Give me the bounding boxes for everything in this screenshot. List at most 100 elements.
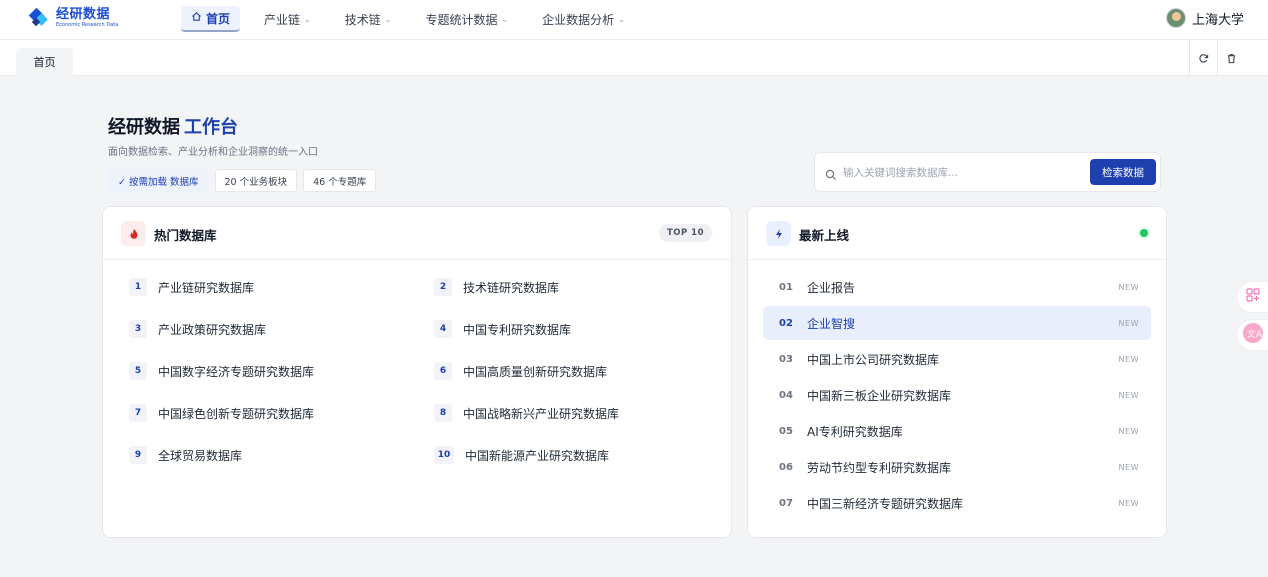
list-item[interactable]: 01 企业报告 NEW (763, 270, 1151, 304)
list-item[interactable]: 7 中国绿色创新专题研究数据库 (129, 401, 434, 425)
trash-icon (1226, 49, 1237, 68)
rank-badge: 1 (129, 278, 147, 296)
item-index: 02 (779, 317, 793, 329)
chip-on-demand: ✓ 按需加载 数据库 (108, 169, 209, 192)
list-item[interactable]: 05 AI专利研究数据库 NEW (763, 414, 1151, 448)
logo-title: 经研数据 (56, 7, 111, 22)
nav-item-tech-chain[interactable]: 技术链 ⌄ (335, 6, 402, 32)
rank-badge: 2 (434, 278, 452, 296)
database-name: 中国绿色创新专题研究数据库 (158, 406, 315, 421)
chip-business-sectors: 20 个业务板块 (214, 169, 298, 192)
page-title-main: 经研数据 (108, 117, 180, 138)
rank-badge: 6 (434, 362, 452, 380)
nav-item-enterprise-analysis[interactable]: 企业数据分析 ⌄ (532, 6, 635, 32)
nav-label: 技术链 (344, 12, 381, 27)
new-badge: NEW (1118, 462, 1139, 472)
database-name: 中国三新经济专题研究数据库 (807, 496, 964, 511)
list-item[interactable]: 9 全球贸易数据库 (129, 443, 434, 467)
status-indicator (1140, 229, 1148, 237)
database-name: 中国上市公司研究数据库 (807, 352, 940, 367)
database-name: 全球贸易数据库 (158, 448, 243, 463)
search-box: 检索数据 (814, 152, 1161, 192)
rank-badge: 3 (129, 320, 147, 338)
search-icon (825, 166, 839, 180)
item-index: 06 (779, 461, 793, 473)
list-item[interactable]: 4 中国专利研究数据库 (434, 317, 719, 341)
card-header: 热门数据库 TOP 10 (103, 207, 731, 260)
user-name: 上海大学 (1191, 12, 1244, 28)
list-item[interactable]: 06 劳动节约型专利研究数据库 NEW (763, 450, 1151, 484)
card-header: 最新上线 (748, 207, 1166, 260)
translate-button[interactable]: 文A (1236, 319, 1268, 351)
user-menu[interactable]: 上海大学 (1165, 7, 1244, 29)
chip-topic-libraries: 46 个专题库 (303, 169, 377, 192)
search-button[interactable]: 检索数据 (1090, 159, 1156, 185)
list-item[interactable]: 8 中国战略新兴产业研究数据库 (434, 401, 719, 425)
database-name: 中国高质量创新研究数据库 (463, 364, 608, 379)
database-name: 中国专利研究数据库 (463, 322, 572, 337)
card-title: 最新上线 (799, 228, 850, 243)
database-name: 中国战略新兴产业研究数据库 (463, 406, 620, 421)
nav-item-home[interactable]: 首页 (181, 6, 241, 32)
chevron-down-icon: ⌄ (618, 14, 625, 24)
nav-item-industry-chain[interactable]: 产业链 ⌄ (254, 6, 321, 32)
chevron-down-icon: ⌄ (384, 14, 392, 24)
new-badge: NEW (1118, 354, 1139, 364)
list-item[interactable]: 04 中国新三板企业研究数据库 NEW (763, 378, 1151, 412)
list-item[interactable]: 03 中国上市公司研究数据库 NEW (763, 342, 1151, 376)
logo-icon (28, 7, 50, 29)
list-item[interactable]: 07 中国三新经济专题研究数据库 NEW (763, 486, 1151, 520)
chevron-down-icon: ⌄ (304, 14, 311, 24)
new-badge: NEW (1118, 282, 1139, 292)
database-name: 产业链研究数据库 (158, 280, 255, 295)
database-name: 劳动节约型专利研究数据库 (807, 460, 952, 475)
main-nav: 首页 产业链 ⌄ 技术链 ⌄ 专题统计数据 ⌄ 企业数据分析 ⌄ (181, 6, 649, 32)
avatar (1165, 8, 1186, 28)
hot-database-list: 1 产业链研究数据库 2 技术链研究数据库 3 产业政策研究数据库 4 中国专利研究数据… (129, 275, 719, 485)
search-input[interactable] (843, 162, 1083, 184)
nav-label: 首页 (206, 11, 231, 26)
translate-icon: 文A (1242, 322, 1264, 348)
logo-subtitle: Economic Research Data (56, 22, 119, 28)
database-name: 企业智搜 (807, 316, 856, 331)
hot-databases-card: 热门数据库 TOP 10 1 产业链研究数据库 2 技术链研究数据库 3 产业政策研究… (102, 206, 732, 538)
rank-badge: 4 (434, 320, 452, 338)
home-icon (191, 11, 202, 25)
new-badge: NEW (1118, 426, 1139, 436)
refresh-icon (1198, 49, 1209, 68)
list-item[interactable]: 5 中国数字经济专题研究数据库 (129, 359, 434, 383)
list-item[interactable]: 3 产业政策研究数据库 (129, 317, 434, 341)
tab-home[interactable]: 首页 (16, 48, 73, 76)
lightning-icon (766, 221, 791, 246)
card-title: 热门数据库 (154, 228, 217, 243)
list-item[interactable]: 10 中国新能源产业研究数据库 (434, 443, 719, 467)
chevron-down-icon: ⌄ (501, 14, 509, 24)
database-name: 中国新能源产业研究数据库 (465, 448, 610, 463)
nav-label: 产业链 (264, 12, 301, 27)
close-tabs-button[interactable] (1217, 40, 1245, 76)
latest-databases-card: 最新上线 01 企业报告 NEW 02 企业智搜 NEW 03 中国上市公司研究数据库 NE… (747, 206, 1167, 538)
page-subtitle: 面向数据检索、产业分析和企业洞察的统一入口 (108, 147, 318, 158)
new-badge: NEW (1118, 390, 1139, 400)
summary-chips: ✓ 按需加载 数据库 20 个业务板块 46 个专题库 (108, 169, 382, 192)
nav-label: 专题统计数据 (425, 12, 498, 27)
page-title: 经研数据 工作台 (108, 113, 238, 139)
list-item[interactable]: 02 企业智搜 NEW (763, 306, 1151, 340)
list-item[interactable]: 1 产业链研究数据库 (129, 275, 434, 299)
app-logo[interactable]: 经研数据 Economic Research Data (28, 4, 128, 32)
item-index: 01 (779, 281, 793, 293)
item-index: 05 (779, 425, 793, 437)
nav-item-topic-stats[interactable]: 专题统计数据 ⌄ (415, 6, 518, 32)
flame-icon (121, 221, 146, 246)
svg-text:文A: 文A (1247, 328, 1263, 340)
new-badge: NEW (1118, 318, 1139, 328)
apps-icon (1245, 287, 1261, 307)
refresh-tabs-button[interactable] (1189, 40, 1217, 76)
list-item[interactable]: 2 技术链研究数据库 (434, 275, 719, 299)
rank-badge: 8 (434, 404, 452, 422)
rank-badge: 5 (129, 362, 147, 380)
nav-label: 企业数据分析 (542, 12, 615, 27)
apps-button[interactable] (1236, 281, 1268, 313)
list-item[interactable]: 6 中国高质量创新研究数据库 (434, 359, 719, 383)
tab-bar: 首页 (0, 40, 1268, 76)
